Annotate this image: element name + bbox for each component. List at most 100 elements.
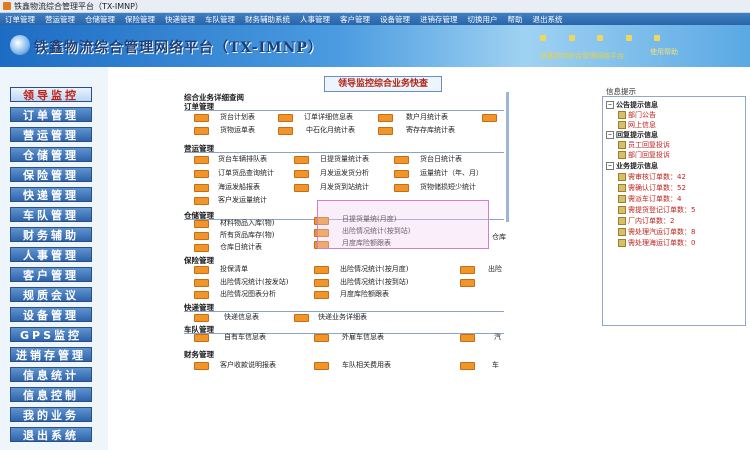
- menu-warehouse[interactable]: 仓储管理: [80, 14, 120, 25]
- menu-hr[interactable]: 人事管理: [295, 14, 335, 25]
- report-link[interactable]: 快递业务详细表: [318, 312, 367, 322]
- tree-item[interactable]: 部门公告: [618, 110, 656, 120]
- menu-operations[interactable]: 营运管理: [40, 14, 80, 25]
- report-link[interactable]: 货台日统计表: [420, 154, 462, 164]
- nav-finance[interactable]: 财务辅助: [10, 227, 92, 242]
- report-link[interactable]: 货物储损短少统计: [420, 182, 476, 192]
- report-link[interactable]: 仓库: [492, 232, 506, 242]
- tree-item[interactable]: 员工回复投诉: [618, 140, 670, 150]
- report-link[interactable]: 中石化月统计表: [306, 125, 355, 135]
- nav-fleet[interactable]: 车队管理: [10, 207, 92, 222]
- logo-icon: [10, 35, 30, 55]
- help-link[interactable]: 使用帮助: [650, 47, 678, 57]
- report-icon: [378, 114, 393, 122]
- report-link[interactable]: 材料物品入库(物): [220, 218, 274, 228]
- report-link[interactable]: 自有车信息表: [224, 332, 266, 342]
- report-link[interactable]: 汽: [494, 332, 501, 342]
- nav-leader-monitor[interactable]: 领导监控: [10, 87, 92, 102]
- report-link[interactable]: 出险情况统计(按发站): [220, 277, 288, 287]
- collapse-icon[interactable]: −: [606, 131, 614, 139]
- menu-exit[interactable]: 退出系统: [528, 14, 568, 25]
- report-link[interactable]: 出险情况图表分析: [220, 289, 276, 299]
- menu-fleet[interactable]: 车队管理: [200, 14, 240, 25]
- report-icon: [194, 279, 209, 287]
- menu-insurance[interactable]: 保险管理: [120, 14, 160, 25]
- report-icon: [194, 266, 209, 274]
- tree-item[interactable]: 需审核订单数：42: [618, 172, 686, 182]
- menu-orders[interactable]: 订单管理: [0, 14, 40, 25]
- tree-item[interactable]: 网上信息: [618, 120, 656, 130]
- menu-switch-user[interactable]: 切换用户: [463, 14, 503, 25]
- report-link[interactable]: 月发货到站统计: [320, 182, 369, 192]
- tree-group-replies[interactable]: − 回复提示信息: [606, 130, 658, 140]
- report-link[interactable]: 出险情况统计(按到站): [340, 277, 408, 287]
- report-link[interactable]: 订单详细信息表: [304, 112, 353, 122]
- menu-customer[interactable]: 客户管理: [335, 14, 375, 25]
- report-link[interactable]: 仓库日统计表: [220, 242, 262, 252]
- report-link[interactable]: 货物运单表: [220, 125, 255, 135]
- tree-item[interactable]: 厂内订单数：2: [618, 216, 674, 226]
- nav-orders[interactable]: 订单管理: [10, 107, 92, 122]
- main-scrollbar[interactable]: [506, 92, 509, 222]
- report-link[interactable]: 出险情况统计(按月度): [340, 264, 408, 274]
- report-link[interactable]: 车队相关费用表: [342, 360, 391, 370]
- report-link[interactable]: 运量统计（年、月）: [420, 168, 483, 178]
- report-link[interactable]: 货台计划表: [220, 112, 255, 122]
- nav-statistics[interactable]: 信息统计: [10, 367, 92, 382]
- report-icon: [314, 334, 329, 342]
- report-icon: [314, 266, 329, 274]
- collapse-icon[interactable]: −: [606, 101, 614, 109]
- report-link[interactable]: 数户月统计表: [406, 112, 448, 122]
- report-link[interactable]: 快递信息表: [224, 312, 259, 322]
- report-link[interactable]: 客户收款说明报表: [220, 360, 276, 370]
- report-link[interactable]: 海运发船报表: [218, 182, 260, 192]
- nav-info-control[interactable]: 信息控制: [10, 387, 92, 402]
- tree-group-business[interactable]: − 业务提示信息: [606, 161, 658, 171]
- nav-operations[interactable]: 营运管理: [10, 127, 92, 142]
- nav-customer[interactable]: 客户管理: [10, 267, 92, 282]
- menu-equipment[interactable]: 设备管理: [375, 14, 415, 25]
- tree-item[interactable]: 部门回复投诉: [618, 150, 670, 160]
- nav-hr[interactable]: 人事管理: [10, 247, 92, 262]
- menu-finance[interactable]: 财务辅助系统: [240, 14, 295, 25]
- tree-item[interactable]: 需派车订单数：4: [618, 194, 681, 204]
- nav-exit[interactable]: 退出系统: [10, 427, 92, 442]
- nav-inventory[interactable]: 进销存管理: [10, 347, 92, 362]
- report-icon: [294, 314, 309, 322]
- nav-gps[interactable]: GPS监控: [10, 327, 92, 342]
- report-link[interactable]: 月度库险额跟表: [340, 289, 389, 299]
- highlight-overlay: [317, 200, 489, 249]
- left-nav: 领导监控 订单管理 营运管理 仓储管理 保险管理 快递管理 车队管理 财务辅助 …: [0, 67, 108, 450]
- tree-item[interactable]: 需处理汽运订单数：8: [618, 227, 695, 237]
- menu-express[interactable]: 快递管理: [160, 14, 200, 25]
- report-link[interactable]: 货台车辆排队表: [218, 154, 267, 164]
- report-link[interactable]: 车: [492, 360, 499, 370]
- nav-insurance[interactable]: 保险管理: [10, 167, 92, 182]
- report-icon: [278, 114, 293, 122]
- report-link[interactable]: 投保清单: [220, 264, 248, 274]
- report-link[interactable]: 外雇车信息表: [342, 332, 384, 342]
- menu-inventory[interactable]: 进销存管理: [415, 14, 463, 25]
- menu-help[interactable]: 帮助: [503, 14, 528, 25]
- report-link[interactable]: 出险: [488, 264, 502, 274]
- tree-item[interactable]: 需确认订单数：52: [618, 183, 686, 193]
- page-icon: [618, 239, 626, 247]
- report-link[interactable]: 订单货品查询统计: [218, 168, 274, 178]
- report-icon: [194, 362, 209, 370]
- app-icon: [3, 2, 11, 10]
- nav-warehouse[interactable]: 仓储管理: [10, 147, 92, 162]
- tree-group-announcements[interactable]: − 公告提示信息: [606, 100, 658, 110]
- menubar: 订单管理 营运管理 仓储管理 保险管理 快递管理 车队管理 财务辅助系统 人事管…: [0, 13, 750, 25]
- collapse-icon[interactable]: −: [606, 162, 614, 170]
- nav-my-business[interactable]: 我的业务: [10, 407, 92, 422]
- nav-equipment[interactable]: 设备管理: [10, 307, 92, 322]
- report-link[interactable]: 月发运发货分析: [320, 168, 369, 178]
- report-link[interactable]: 日提货量统计表: [320, 154, 369, 164]
- tree-item[interactable]: 需提货登记订单数：5: [618, 205, 695, 215]
- tree-item[interactable]: 需处理海运订单数：0: [618, 238, 695, 248]
- nav-express[interactable]: 快递管理: [10, 187, 92, 202]
- report-link[interactable]: 寄存存库统计表: [406, 125, 455, 135]
- report-link[interactable]: 所有货品库存(物): [220, 230, 274, 240]
- nav-meeting[interactable]: 规质会议: [10, 287, 92, 302]
- report-link[interactable]: 客户发运量统计: [218, 195, 267, 205]
